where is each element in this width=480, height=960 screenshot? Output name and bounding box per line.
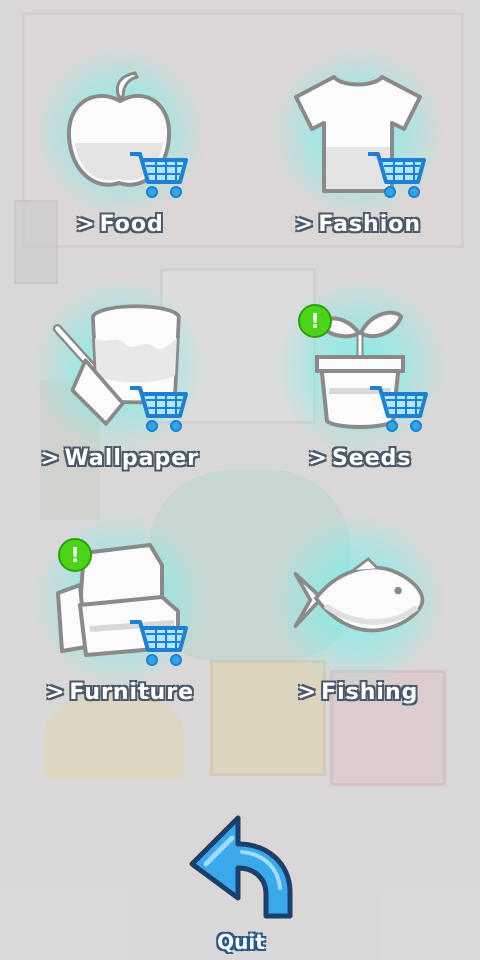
shop-cart-icon <box>370 386 428 432</box>
wallpaper-icon-wrap <box>32 278 208 454</box>
chevron-right-icon: > <box>294 212 315 237</box>
menu-item-seeds[interactable]: ! > Seeds <box>270 278 450 496</box>
seeds-label-text: Seeds <box>331 446 412 471</box>
menu-item-food[interactable]: > Food <box>30 44 210 262</box>
chevron-right-icon: > <box>45 680 66 705</box>
shop-cart-icon <box>130 152 188 198</box>
fish-icon <box>293 557 425 633</box>
food-label-text: Food <box>99 212 164 237</box>
fishing-label-text: Fishing <box>321 680 419 705</box>
chevron-right-icon: > <box>297 680 318 705</box>
fashion-label: > Fashion <box>268 212 448 237</box>
fishing-icon-wrap <box>270 512 446 688</box>
back-arrow-icon <box>189 815 293 919</box>
fashion-icon-wrap <box>270 44 446 220</box>
chevron-right-icon: > <box>308 446 328 471</box>
menu-item-fishing[interactable]: > Fishing <box>268 512 448 730</box>
chevron-right-icon: > <box>76 212 96 237</box>
fishing-label: > Fishing <box>268 680 448 705</box>
furniture-label-text: Furniture <box>69 680 195 705</box>
chevron-right-icon: > <box>41 446 61 471</box>
shop-cart-icon <box>368 152 426 198</box>
menu-item-furniture[interactable]: ! > Furniture <box>30 512 210 730</box>
new-alert-badge: ! <box>58 538 92 572</box>
furniture-label: > Furniture <box>30 680 210 705</box>
quit-label: Quit <box>217 930 265 954</box>
shop-cart-icon <box>130 386 188 432</box>
menu-item-fashion[interactable]: > Fashion <box>268 44 448 262</box>
menu-item-wallpaper[interactable]: > Wallpaper <box>30 278 210 496</box>
shop-cart-icon <box>130 620 188 666</box>
seeds-label: > Seeds <box>270 446 450 471</box>
new-alert-badge: ! <box>298 304 332 338</box>
wallpaper-label: > Wallpaper <box>30 446 210 471</box>
food-icon-wrap <box>32 44 208 220</box>
quit-button[interactable]: Quit <box>186 812 296 954</box>
food-label: > Food <box>30 212 210 237</box>
fashion-label-text: Fashion <box>318 212 422 237</box>
wallpaper-label-text: Wallpaper <box>64 446 199 471</box>
